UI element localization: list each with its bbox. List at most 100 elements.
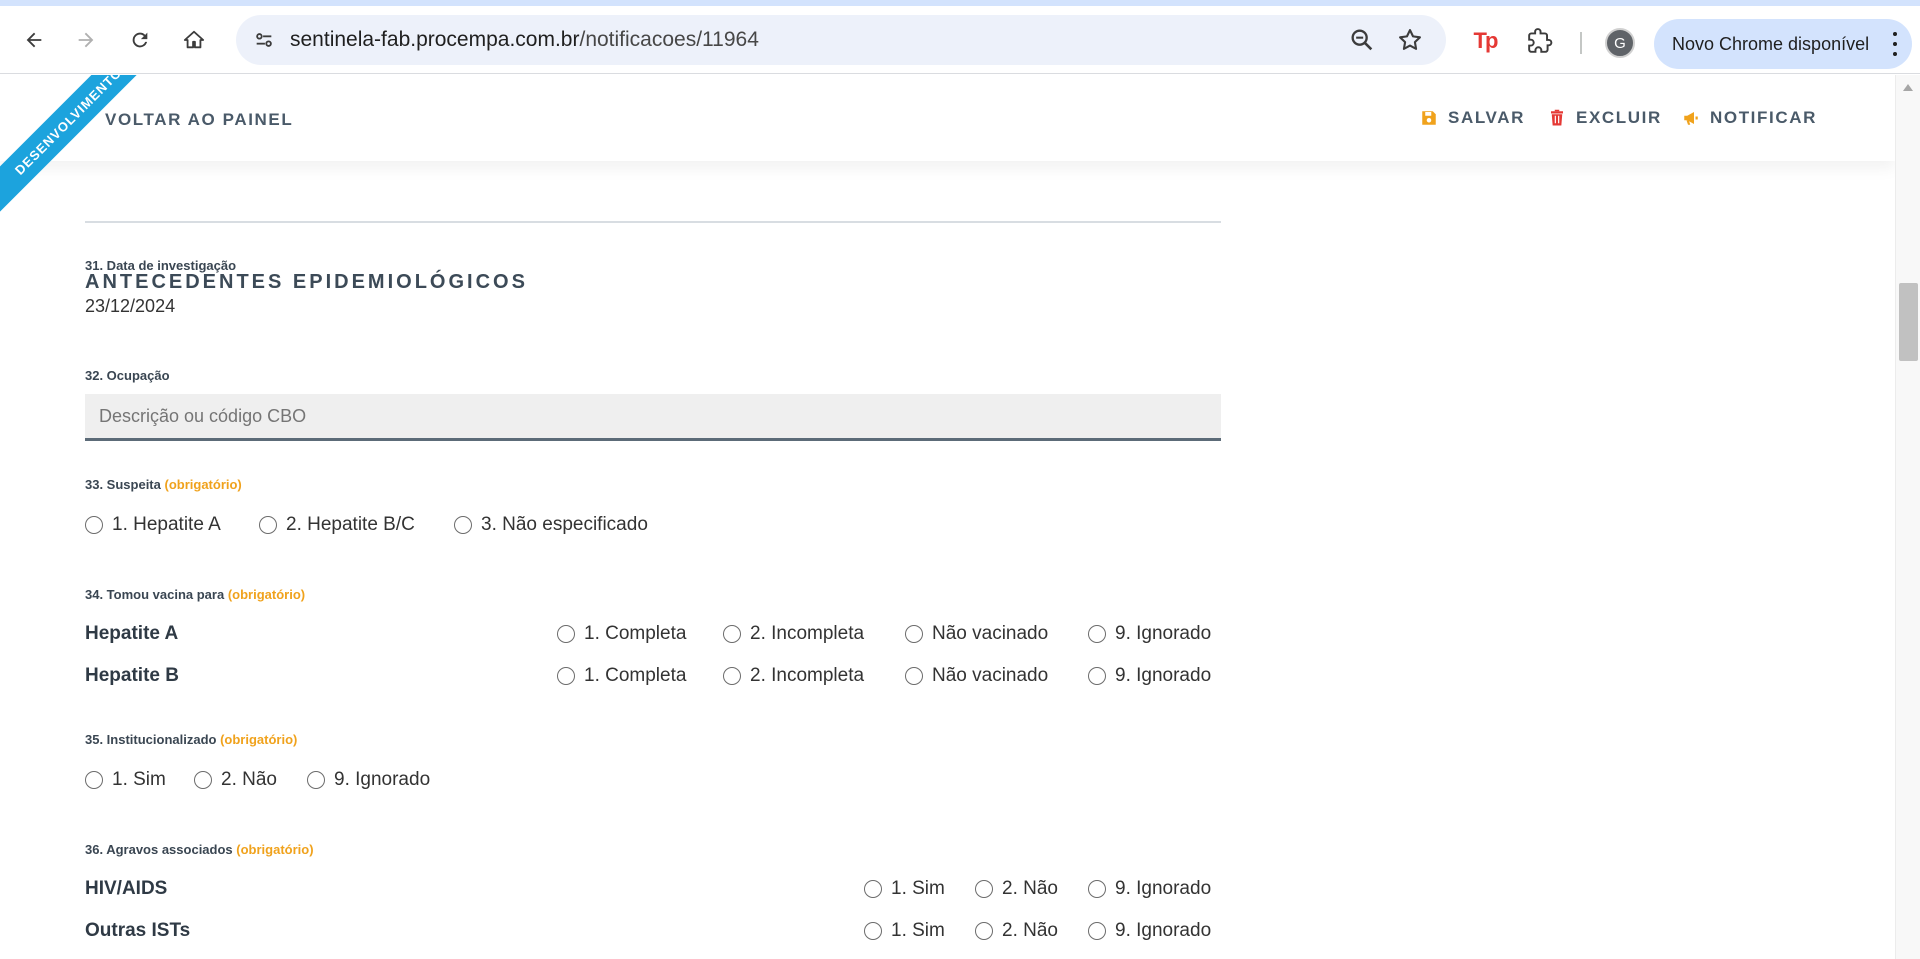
q36-ists-nao[interactable]: 2. Não (975, 920, 1058, 942)
option-label: 9. Ignorado (1115, 623, 1212, 644)
option-label: 1. Completa (584, 665, 687, 686)
q34-hepb-completa[interactable]: 1. Completa (557, 665, 686, 687)
q34-hepa-ignorado[interactable]: 9. Ignorado (1088, 623, 1211, 645)
q36-label: 36. Agravos associados (obrigatório) (85, 842, 314, 857)
radio-circle[interactable] (975, 922, 993, 940)
megaphone-icon (1684, 112, 1698, 125)
back-button[interactable] (14, 20, 54, 60)
reload-button[interactable] (120, 20, 160, 60)
investigation-date-value[interactable]: 23/12/2024 (85, 296, 175, 317)
extension-tp-button[interactable]: Tp (1470, 26, 1500, 56)
menu-kebab-icon[interactable] (1892, 32, 1898, 56)
radio-circle[interactable] (1088, 922, 1106, 940)
radio-circle[interactable] (864, 922, 882, 940)
q33-label-text: 33. Suspeita (85, 477, 161, 492)
required-marker: (obrigatório) (227, 587, 306, 602)
trash-icon (1551, 109, 1563, 126)
radio-circle[interactable] (975, 880, 993, 898)
q34-hepb-incompleta[interactable]: 2. Incompleta (723, 665, 864, 687)
url-path: /notificacoes/11964 (579, 28, 759, 51)
q36-hiv-nao[interactable]: 2. Não (975, 878, 1058, 900)
q34-label-text: 34. Tomou vacina para (85, 587, 225, 602)
q34-row-label-hepatite-a: Hepatite A (85, 623, 179, 644)
floppy-disk-icon (1422, 111, 1436, 125)
required-marker: (obrigatório) (236, 842, 314, 857)
delete-label: EXCLUIR (1576, 108, 1662, 127)
extensions-button[interactable] (1525, 26, 1555, 56)
radio-circle[interactable] (723, 667, 741, 685)
radio-circle[interactable] (307, 771, 325, 789)
option-label: 2. Não (1002, 920, 1058, 941)
action-bar: VOLTAR AO PAINEL SALVAR EXCLUIR NOTIFICA… (0, 75, 1895, 161)
site-info-icon[interactable] (250, 26, 278, 54)
option-label: 2. Incompleta (750, 623, 865, 644)
required-marker: (obrigatório) (164, 477, 242, 492)
q36-ists-sim[interactable]: 1. Sim (864, 920, 945, 942)
q33-option-hepatite-a[interactable]: 1. Hepatite A (85, 514, 221, 536)
forward-button[interactable] (66, 20, 106, 60)
q35-option-nao[interactable]: 2. Não (194, 769, 277, 791)
radio-circle[interactable] (454, 516, 472, 534)
occupation-input[interactable] (85, 394, 1221, 441)
option-label: 3. Não especificado (481, 514, 648, 535)
notify-label: NOTIFICAR (1710, 108, 1817, 127)
notify-button[interactable]: NOTIFICAR (1682, 108, 1817, 128)
address-bar[interactable]: sentinela-fab.procempa.com.br/notificaco… (236, 15, 1446, 65)
q31-label: 31. Data de investigação (85, 258, 237, 273)
radio-circle[interactable] (194, 771, 212, 789)
radio-circle[interactable] (557, 667, 575, 685)
profile-avatar[interactable]: G (1605, 28, 1635, 58)
q32-label: 32. Ocupação (85, 368, 170, 383)
q34-hepb-ignorado[interactable]: 9. Ignorado (1088, 665, 1211, 687)
q33-option-nao-especificado[interactable]: 3. Não especificado (454, 514, 648, 536)
option-label: 1. Sim (112, 769, 166, 790)
q35-label: 35. Institucionalizado (obrigatório) (85, 732, 297, 747)
q36-hiv-sim[interactable]: 1. Sim (864, 878, 945, 900)
radio-circle[interactable] (85, 771, 103, 789)
radio-circle[interactable] (85, 516, 103, 534)
radio-circle[interactable] (259, 516, 277, 534)
toolbar-divider (1580, 32, 1582, 54)
q34-hepa-nao-vacinado[interactable]: Não vacinado (905, 623, 1048, 645)
home-button[interactable] (174, 20, 214, 60)
bookmark-star-icon[interactable] (1396, 26, 1424, 54)
radio-circle[interactable] (905, 625, 923, 643)
radio-circle[interactable] (905, 667, 923, 685)
radio-circle[interactable] (864, 880, 882, 898)
arrow-left-icon (26, 32, 42, 48)
option-label: 1. Hepatite A (112, 514, 221, 535)
q34-hepa-incompleta[interactable]: 2. Incompleta (723, 623, 864, 645)
section-title: ANTECEDENTES EPIDEMIOLÓGICOS (85, 271, 528, 293)
radio-circle[interactable] (1088, 625, 1106, 643)
radio-circle[interactable] (1088, 667, 1106, 685)
url-text[interactable]: sentinela-fab.procempa.com.br/notificaco… (290, 28, 759, 52)
q35-option-ignorado[interactable]: 9. Ignorado (307, 769, 430, 791)
option-label: 9. Ignorado (334, 769, 431, 790)
home-icon (183, 30, 205, 49)
scrollbar-thumb[interactable] (1899, 283, 1918, 361)
q33-option-hepatite-bc[interactable]: 2. Hepatite B/C (259, 514, 415, 536)
environment-ribbon: DESENVOLVIMENTO (0, 75, 150, 225)
page-scrollbar[interactable] (1895, 75, 1920, 959)
zoom-icon[interactable] (1348, 26, 1376, 54)
q35-option-sim[interactable]: 1. Sim (85, 769, 166, 791)
page-content: DESENVOLVIMENTO VOLTAR AO PAINEL SALVAR … (0, 75, 1895, 959)
option-label: 2. Hepatite B/C (286, 514, 415, 535)
option-label: 2. Incompleta (750, 665, 865, 686)
radio-circle[interactable] (557, 625, 575, 643)
save-label: SALVAR (1448, 108, 1525, 127)
q35-label-text: 35. Institucionalizado (85, 732, 217, 747)
radio-circle[interactable] (723, 625, 741, 643)
q34-hepa-completa[interactable]: 1. Completa (557, 623, 686, 645)
reload-icon (132, 32, 148, 48)
delete-button[interactable]: EXCLUIR (1548, 108, 1662, 128)
q34-label: 34. Tomou vacina para (obrigatório) (85, 587, 305, 602)
chrome-update-button[interactable]: Novo Chrome disponível (1654, 19, 1912, 69)
scroll-up-arrow-icon[interactable] (1903, 84, 1913, 91)
url-host: sentinela-fab.procempa.com.br (290, 28, 580, 51)
q34-hepb-nao-vacinado[interactable]: Não vacinado (905, 665, 1048, 687)
q36-ists-ignorado[interactable]: 9. Ignorado (1088, 920, 1211, 942)
save-button[interactable]: SALVAR (1420, 108, 1525, 128)
q36-hiv-ignorado[interactable]: 9. Ignorado (1088, 878, 1211, 900)
radio-circle[interactable] (1088, 880, 1106, 898)
